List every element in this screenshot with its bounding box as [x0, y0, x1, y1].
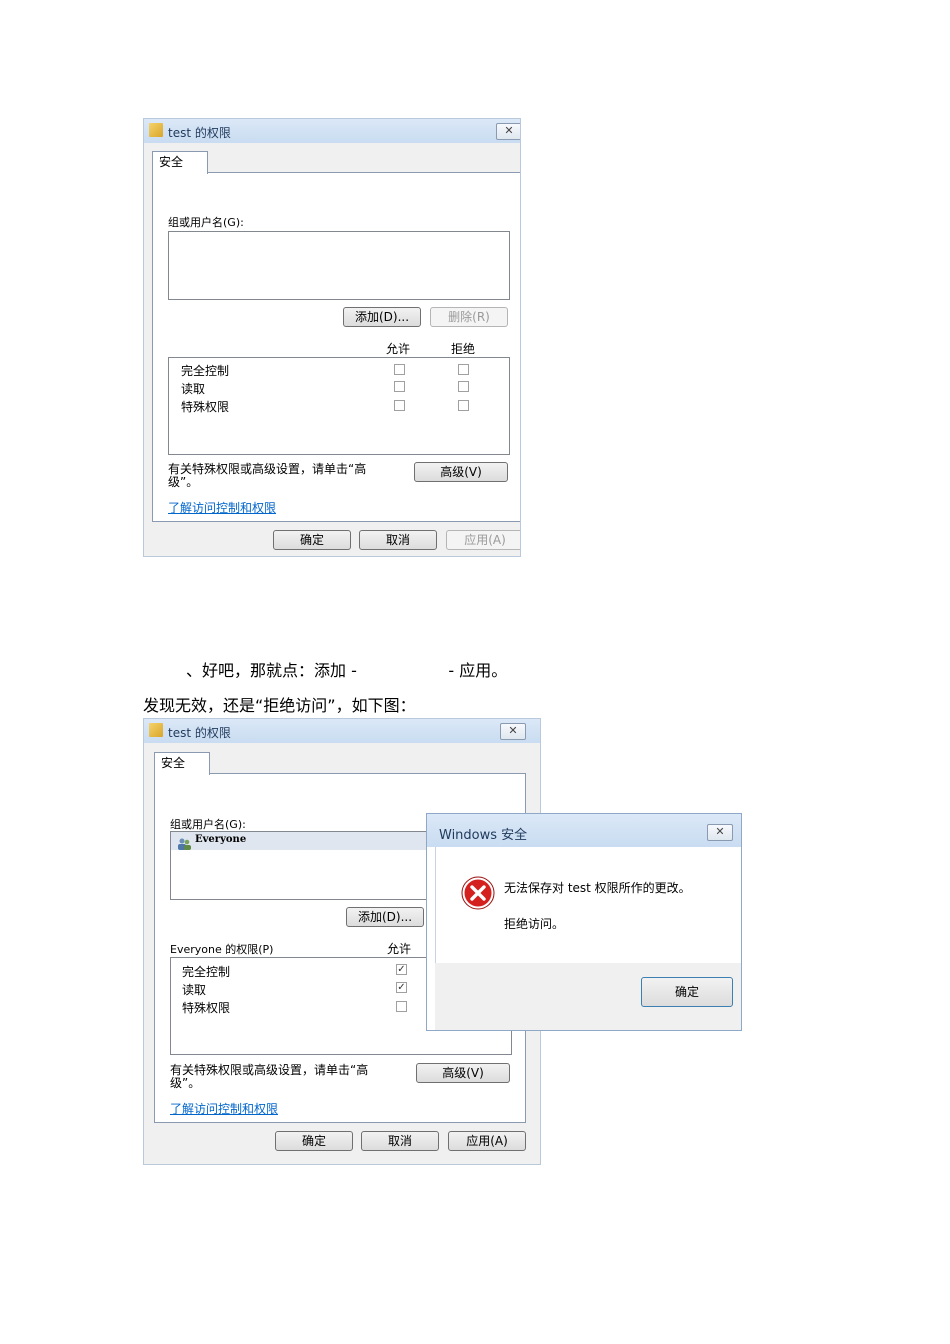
deny-checkbox[interactable] — [458, 364, 469, 375]
folder-icon — [149, 123, 163, 137]
permission-special: 特殊权限 — [182, 1001, 231, 1015]
everyone-permissions-label: Everyone 的权限(P) — [170, 943, 274, 956]
user-name: Everyone — [195, 834, 247, 845]
allow-column-label: 允许 — [387, 942, 412, 956]
body-text-line1: 、好吧，那就点：添加 - - 应用。 — [186, 661, 508, 680]
windows-security-error-dialog: Windows 安全 ✕ 无法保存对 test 权限所作的更改。 拒绝访问。 确… — [426, 813, 742, 1031]
title-bar: Windows 安全 ✕ — [427, 814, 741, 847]
allow-checkbox[interactable] — [396, 1001, 407, 1012]
permission-full-control: 完全控制 — [181, 364, 230, 378]
apply-button[interactable]: 应用(A) — [446, 530, 520, 550]
ok-button[interactable]: 确定 — [273, 530, 351, 550]
ok-button[interactable]: 确定 — [275, 1131, 353, 1151]
permissions-dialog-1: test 的权限 ✕ 安全 组或用户名(G): 添加(D)... 删除(R) 允… — [143, 118, 521, 557]
add-button[interactable]: 添加(D)... — [343, 307, 421, 327]
allow-checkbox-checked[interactable]: ✓ — [396, 982, 407, 993]
group-label: 组或用户名(G): — [168, 216, 244, 229]
dialog-title: test 的权限 — [168, 126, 231, 140]
title-bar: test 的权限 ✕ — [144, 119, 520, 143]
allow-column-label: 允许 — [386, 342, 411, 356]
error-message: 无法保存对 test 权限所作的更改。 — [504, 881, 691, 895]
users-icon — [177, 835, 191, 850]
allow-checkbox[interactable] — [394, 400, 405, 411]
permission-full-control: 完全控制 — [182, 965, 231, 979]
dialog-title: Windows 安全 — [439, 828, 528, 843]
close-button[interactable]: ✕ — [496, 123, 520, 140]
tab-security[interactable]: 安全 — [152, 151, 208, 174]
error-detail: 拒绝访问。 — [504, 917, 565, 931]
advanced-button[interactable]: 高级(V) — [416, 1063, 510, 1083]
cancel-button[interactable]: 取消 — [359, 530, 437, 550]
apply-button[interactable]: 应用(A) — [448, 1131, 526, 1151]
group-label: 组或用户名(G): — [170, 818, 246, 831]
allow-checkbox[interactable] — [394, 381, 405, 392]
cancel-button[interactable]: 取消 — [361, 1131, 439, 1151]
close-button[interactable]: ✕ — [500, 723, 526, 740]
add-button[interactable]: 添加(D)... — [346, 907, 424, 927]
folder-icon — [149, 723, 163, 737]
deny-checkbox[interactable] — [458, 381, 469, 392]
permission-read: 读取 — [181, 382, 206, 396]
remove-button[interactable]: 删除(R) — [430, 307, 508, 327]
title-bar: test 的权限 ✕ — [144, 719, 540, 743]
body-text-line2: 发现无效，还是“拒绝访问”，如下图： — [143, 696, 416, 715]
tab-security[interactable]: 安全 — [154, 752, 210, 775]
ok-button[interactable]: 确定 — [641, 977, 733, 1007]
advanced-button[interactable]: 高级(V) — [414, 462, 508, 482]
advanced-hint-line2: 级”。 — [168, 475, 199, 489]
learn-access-control-link[interactable]: 了解访问控制和权限 — [168, 499, 276, 516]
deny-column-label: 拒绝 — [451, 342, 476, 356]
allow-checkbox[interactable] — [394, 364, 405, 375]
error-icon — [461, 876, 495, 910]
advanced-hint-line2: 级”。 — [170, 1076, 201, 1090]
user-list[interactable] — [168, 231, 510, 300]
permission-read: 读取 — [182, 983, 207, 997]
permission-special: 特殊权限 — [181, 400, 230, 414]
close-button[interactable]: ✕ — [707, 824, 733, 841]
deny-checkbox[interactable] — [458, 400, 469, 411]
dialog-title: test 的权限 — [168, 726, 231, 740]
allow-checkbox-checked[interactable]: ✓ — [396, 964, 407, 975]
learn-access-control-link[interactable]: 了解访问控制和权限 — [170, 1100, 278, 1117]
